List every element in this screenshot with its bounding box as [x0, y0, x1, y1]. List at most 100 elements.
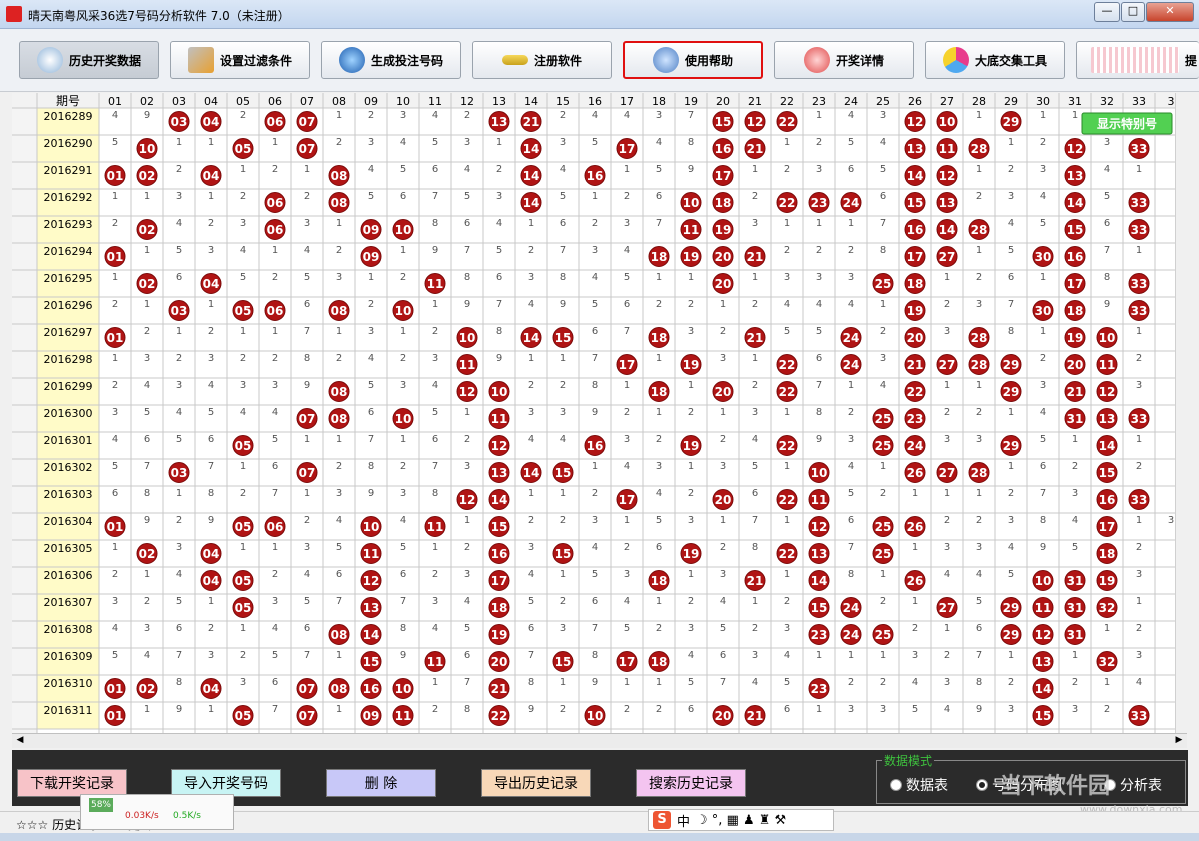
miss-count-cell: 5 — [240, 272, 246, 283]
drawn-number-label: 19 — [1067, 331, 1084, 345]
export-history-button[interactable]: 导出历史记录 — [481, 769, 591, 797]
miss-count-cell: 4 — [688, 650, 694, 661]
miss-count-cell: 6 — [848, 164, 854, 175]
miss-count-cell: 1 — [144, 299, 150, 310]
miss-count-cell: 1 — [720, 515, 726, 526]
drawn-number-label: 27 — [939, 358, 956, 372]
minimize-button[interactable]: — — [1094, 2, 1120, 22]
table-row[interactable]: 2016291 01 02 2 04 1 2 1 08 4 5 6 4 2 14 4 16 1 5 9 17 1 2 3 6 5 1… — [44, 164, 1143, 186]
drawn-number-label: 08 — [331, 682, 348, 696]
table-row[interactable]: 2016311 01 1 9 1 05 7 07 1 09 11 2 8 22 9 2 10 2 2 6 20 21 6 1 3… — [44, 704, 1150, 726]
help-button[interactable]: 使用帮助 — [623, 41, 763, 79]
table-row[interactable]: 2016289 4 9 03 04 2 06 07 1 2 3 4 2 13 21 2 4 4 3 7 15 12 22 1 4… — [44, 110, 1079, 132]
table-row[interactable]: 2016290 5 10 1 1 05 1 07 2 3 4 5 3 1 14 3 5 17 4 8 16 21 1 2 5 4 1… — [44, 137, 1150, 159]
table-row[interactable]: 2016296 2 1 03 1 05 06 6 08 2 10 1 9 7 4 9 5 6 2 2 1 2 4 4 4 1 19 2… — [44, 299, 1150, 321]
mode-data-table-radio[interactable]: 数据表 — [890, 775, 948, 795]
drawn-number-label: 17 — [1067, 277, 1084, 291]
miss-count-cell: 2 — [816, 245, 822, 256]
drawn-number-label: 26 — [907, 520, 924, 534]
column-header: 21 — [748, 95, 762, 108]
download-records-button[interactable]: 下载开奖记录 — [17, 769, 127, 797]
miss-count-cell: 3 — [208, 245, 214, 256]
table-row[interactable]: 2016293 2 02 4 2 3 06 3 1 09 10 8 6 4 1 6 2 3 7 11 19 3 1 1 1 7 16… — [44, 218, 1150, 240]
history-grid[interactable]: 期号 01 02 03 04 05 06 07 08 09 10 11 12 13 14 15 16 17 18 19… — [12, 93, 1175, 733]
extra-tool-button[interactable]: 提 — [1076, 41, 1199, 79]
delete-button[interactable]: 删 除 — [326, 769, 436, 797]
table-row[interactable]: 2016295 1 02 6 04 5 2 5 3 1 2 11 8 6 3 8 4 5 1 1 20 1 3 3 3 25 18 1… — [44, 272, 1150, 294]
horizontal-scrollbar[interactable]: ◀ ▶ — [12, 733, 1187, 748]
table-row[interactable]: 2016292 1 1 3 1 2 06 2 08 5 6 7 5 3 14 5 1 2 6 10 18 2 22 23 24 6… — [44, 191, 1150, 213]
drawn-number-label: 08 — [331, 628, 348, 642]
miss-count-cell: 4 — [784, 650, 790, 661]
search-history-button[interactable]: 搜索历史记录 — [636, 769, 746, 797]
table-row[interactable]: 2016305 1 02 3 04 1 1 3 5 11 5 1 2 16 3 15 4 2 6 19 2 8 22 13 7 2… — [44, 542, 1143, 564]
miss-count-cell: 2 — [592, 488, 598, 499]
table-row[interactable]: 2016300 3 5 4 5 4 4 07 08 6 10 5 1 11 3 3 9 2 1 2 1 3 1 8 2 25 23 2… — [44, 407, 1150, 429]
table-row[interactable]: 2016308 4 3 6 2 1 4 6 08 14 8 4 5 19 6 3 7 5 2 3 5 2 3 23 24 25 2 1… — [44, 623, 1143, 645]
table-row[interactable]: 2016294 01 1 5 3 4 1 4 2 09 1 9 7 5 2 7 3 4 18 19 20 21 2 2 2 8 17… — [44, 245, 1143, 267]
filter-settings-button[interactable]: 设置过滤条件 — [170, 41, 310, 79]
maximize-button[interactable]: □ — [1121, 2, 1145, 22]
table-row[interactable]: 2016310 01 02 8 04 3 6 07 08 16 10 1 7 21 8 1 9 1 1 5 7 4 5 23 2… — [44, 677, 1143, 699]
grid-icon — [1090, 47, 1179, 73]
table-row[interactable]: 2016297 01 2 1 2 1 1 7 1 3 1 2 10 8 14 15 6 7 18 3 2 21 5 5 24 2 2… — [44, 326, 1143, 348]
ime-tool-icons[interactable]: ☽ °, ▦ ♟ ♜ ⚒ — [696, 813, 786, 828]
mode-analysis-label: 分析表 — [1120, 778, 1162, 794]
table-row[interactable]: 2016306 2 1 4 04 05 2 4 6 12 6 2 3 17 4 1 5 3 18 1 3 21 1 14 8 1 2… — [44, 569, 1143, 591]
drawn-number-label: 19 — [491, 628, 508, 642]
table-row[interactable]: 2016307 3 2 5 1 05 3 5 7 13 7 3 4 18 5 2 6 4 1 2 4 1 2 15 24 2 1 27… — [44, 596, 1143, 618]
vertical-scrollbar[interactable] — [1175, 93, 1188, 733]
miss-count-cell: 4 — [976, 569, 982, 580]
drawn-number-label: 10 — [395, 223, 412, 237]
drawn-number-label: 20 — [715, 277, 732, 291]
mode-analysis-radio[interactable]: 分析表 — [1104, 775, 1162, 795]
ime-toolbar[interactable]: S 中 ☽ °, ▦ ♟ ♜ ⚒ — [648, 809, 834, 831]
drawn-number-label: 09 — [363, 223, 380, 237]
table-row[interactable]: 2016298 1 3 2 3 2 2 8 2 4 2 3 11 9 1 1 7 17 1 19 3 1 22 6 24 3 21 2… — [44, 353, 1143, 375]
miss-count-cell: 5 — [912, 704, 918, 715]
miss-count-cell: 2 — [688, 488, 694, 499]
table-row[interactable]: 2016302 5 7 03 7 1 6 07 2 8 2 7 3 13 14 15 1 4 3 1 3 5 1 10 4 1 26… — [44, 461, 1143, 483]
column-header: 18 — [652, 95, 666, 108]
close-button[interactable]: ✕ — [1146, 2, 1194, 22]
drawn-number-label: 18 — [907, 277, 924, 291]
table-row[interactable]: 2016304 01 9 2 9 05 06 2 4 10 4 11 1 15 2 2 3 1 5 3 1 7 1 12 6 25… — [44, 515, 1175, 537]
drawn-number-label: 01 — [107, 520, 124, 534]
miss-count-cell: 2 — [304, 515, 310, 526]
miss-count-cell: 2 — [944, 407, 950, 418]
miss-count-cell: 4 — [1104, 164, 1110, 175]
miss-count-cell: 1 — [688, 461, 694, 472]
history-data-button[interactable]: 历史开奖数据 — [19, 41, 159, 79]
scroll-left-icon[interactable]: ◀ — [14, 735, 26, 747]
period-cell: 2016310 — [44, 677, 93, 690]
drawn-number-label: 32 — [1099, 655, 1116, 669]
generate-numbers-button[interactable]: 生成投注号码 — [321, 41, 461, 79]
drawn-number-label: 13 — [907, 142, 924, 156]
intersection-tool-button[interactable]: 大底交集工具 — [925, 41, 1065, 79]
ime-language[interactable]: 中 — [677, 811, 690, 830]
table-row[interactable]: 2016309 5 4 7 3 2 5 7 1 15 9 11 6 20 7 15 8 17 18 4 6 3 4 1 1 1 3 2… — [44, 650, 1143, 672]
miss-count-cell: 5 — [784, 326, 790, 337]
drawn-number-label: 04 — [203, 277, 220, 291]
miss-count-cell: 6 — [528, 623, 534, 634]
table-row[interactable]: 2016301 4 6 5 6 05 5 1 1 7 1 6 2 12 4 4 16 3 2 19 2 4 22 9 3 25 24… — [44, 434, 1143, 456]
miss-count-cell: 1 — [976, 110, 982, 121]
miss-count-cell: 1 — [912, 488, 918, 499]
miss-count-cell: 3 — [880, 704, 886, 715]
drawn-number-label: 14 — [1035, 682, 1052, 696]
import-numbers-button[interactable]: 导入开奖号码 — [171, 769, 281, 797]
title-bar: 晴天南粤风采36选7号码分析软件 7.0（未注册） — □ ✕ — [0, 0, 1199, 29]
show-special-number-button[interactable]: 显示特别号 — [1081, 112, 1173, 135]
period-cell: 2016296 — [44, 299, 93, 312]
scroll-right-icon[interactable]: ▶ — [1173, 735, 1185, 747]
drawn-number-label: 11 — [491, 412, 508, 426]
miss-count-cell: 2 — [656, 623, 662, 634]
miss-count-cell: 8 — [1104, 272, 1110, 283]
table-row[interactable]: 2016299 2 4 3 4 3 3 9 08 5 3 4 12 10 2 2 8 1 18 1 20 2 22 7 1 4 22… — [44, 380, 1143, 402]
miss-count-cell: 7 — [976, 650, 982, 661]
table-row[interactable]: 2016303 6 8 1 8 2 7 1 3 9 3 8 12 14 1 1 2 17 4 2 20 6 22 11 5 2 1 1… — [44, 488, 1150, 510]
miss-count-cell: 3 — [752, 650, 758, 661]
draw-details-button[interactable]: 开奖详情 — [774, 41, 914, 79]
register-button[interactable]: 注册软件 — [472, 41, 612, 79]
drawn-number-label: 24 — [843, 601, 860, 615]
